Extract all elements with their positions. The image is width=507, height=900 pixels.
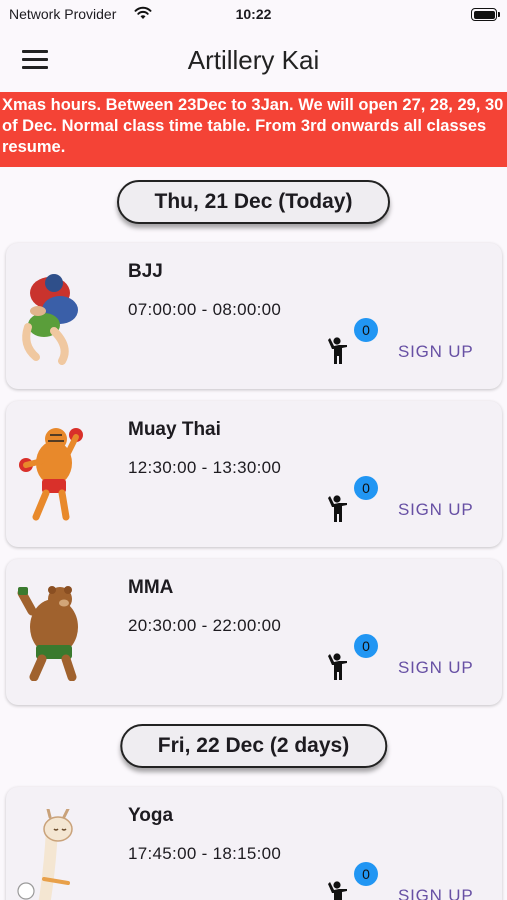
attendee-count-badge: 0 — [354, 634, 378, 658]
class-name: BJJ — [128, 261, 163, 282]
date-header-fri: Fri, 22 Dec (2 days) — [119, 724, 388, 768]
class-name: MMA — [128, 577, 174, 598]
date-header-today: Thu, 21 Dec (Today) — [116, 180, 391, 224]
attendee-count-badge: 0 — [354, 862, 378, 886]
announcement-banner: Xmas hours. Between 23Dec to 3Jan. We wi… — [0, 92, 507, 167]
attendee-count-badge: 0 — [354, 476, 378, 500]
sign-up-button[interactable]: SIGN UP — [398, 342, 474, 362]
sign-up-button[interactable]: SIGN UP — [398, 500, 474, 520]
sign-up-button[interactable]: SIGN UP — [398, 886, 474, 900]
attendee-count-badge: 0 — [354, 318, 378, 342]
bjj-illustration — [22, 274, 78, 365]
class-card-yoga[interactable]: Yoga 17:45:00 - 18:15:00 0 SIGN UP — [6, 787, 502, 900]
class-card-mma[interactable]: MMA 20:30:00 - 22:00:00 0 SIGN UP — [6, 559, 502, 705]
bear-fighter-illustration — [17, 586, 78, 681]
person-raising-hand-icon — [328, 653, 347, 680]
class-time: 07:00:00 - 08:00:00 — [128, 300, 282, 319]
person-raising-hand-icon — [328, 881, 347, 900]
app-bar: Artillery Kai — [0, 28, 507, 92]
status-bar: Network Provider 10:22 — [0, 0, 507, 28]
class-time: 12:30:00 - 13:30:00 — [128, 458, 282, 477]
battery-icon — [471, 8, 500, 21]
llama-yoga-illustration — [17, 809, 73, 900]
class-time: 17:45:00 - 18:15:00 — [128, 844, 282, 863]
status-time: 10:22 — [235, 6, 272, 22]
class-name: Yoga — [128, 805, 174, 826]
page-title: Artillery Kai — [187, 45, 320, 75]
person-raising-hand-icon — [328, 337, 347, 364]
tiger-boxer-illustration — [19, 428, 83, 521]
class-time: 20:30:00 - 22:00:00 — [128, 616, 282, 635]
class-name: Muay Thai — [128, 419, 221, 440]
person-raising-hand-icon — [328, 495, 347, 522]
sign-up-button[interactable]: SIGN UP — [398, 658, 474, 678]
class-card-muay-thai[interactable]: Muay Thai 12:30:00 - 13:30:00 0 SIGN UP — [6, 401, 502, 547]
class-card-bjj[interactable]: BJJ 07:00:00 - 08:00:00 0 SIGN UP — [6, 243, 502, 389]
